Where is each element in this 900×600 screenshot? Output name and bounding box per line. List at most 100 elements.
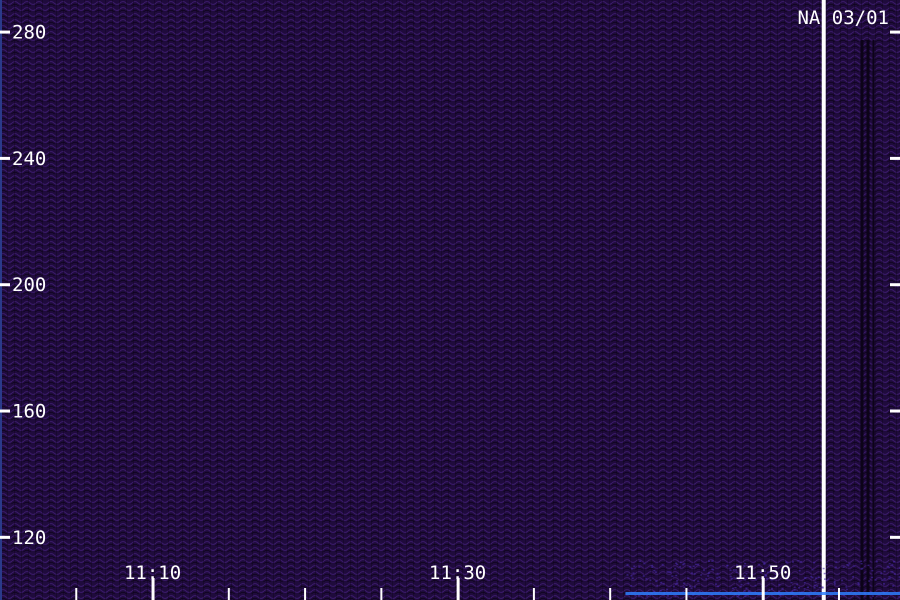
signal-speckle [804, 577, 806, 579]
signal-speckle [676, 580, 678, 582]
signal-speckle [835, 567, 837, 569]
signal-speckle [651, 567, 653, 569]
signal-speckle [689, 586, 691, 588]
signal-speckle [689, 566, 691, 568]
x-minor-tick [304, 588, 306, 600]
x-minor-tick [609, 588, 611, 600]
signal-speckle [746, 588, 748, 590]
signal-speckle [853, 565, 855, 567]
signal-speckle [813, 562, 815, 564]
signal-speckle [717, 573, 719, 575]
signal-speckle [643, 563, 645, 565]
chart-annotation: NA 03/01 [797, 7, 889, 29]
signal-speckle [717, 586, 719, 588]
signal-speckle [630, 585, 632, 587]
signal-speckle [651, 565, 653, 567]
y-tick-label: 160 [12, 401, 46, 423]
signal-speckle [741, 584, 743, 586]
signal-speckle [633, 572, 635, 574]
signal-speckle [730, 570, 732, 572]
signal-speckle [735, 587, 737, 589]
signal-speckle [889, 578, 891, 580]
dark-band-line [860, 40, 863, 600]
signal-speckle [711, 560, 713, 562]
signal-speckle [655, 571, 657, 573]
signal-speckle [745, 595, 747, 597]
signal-speckle [796, 583, 798, 585]
signal-speckle [683, 563, 685, 565]
signal-speckle [860, 561, 862, 563]
signal-speckle [822, 586, 824, 588]
y-tick-right [890, 410, 900, 413]
signal-speckle [633, 566, 635, 568]
signal-speckle [740, 586, 742, 588]
signal-speckle [811, 577, 813, 579]
y-tick [0, 157, 10, 160]
y-tick-right [890, 157, 900, 160]
signal-speckle [892, 585, 894, 587]
x-minor-tick [380, 588, 382, 600]
signal-speckle [778, 584, 780, 586]
signal-speckle [646, 578, 648, 580]
signal-speckle [834, 583, 836, 585]
signal-speckle [812, 569, 814, 571]
signal-speckle [893, 561, 895, 563]
signal-speckle [871, 570, 873, 572]
signal-speckle [858, 584, 860, 586]
signal-speckle [778, 591, 780, 593]
signal-speckle [666, 589, 668, 591]
signal-speckle [819, 587, 821, 589]
signal-speckle [697, 580, 699, 582]
signal-speckle [627, 564, 629, 566]
signal-speckle [693, 566, 695, 568]
signal-speckle [824, 578, 826, 580]
signal-speckle [849, 563, 851, 565]
signal-speckle [845, 586, 847, 588]
signal-speckle [823, 568, 825, 570]
signal-speckle [782, 588, 784, 590]
signal-speckle [815, 578, 817, 580]
signal-speckle [880, 573, 882, 575]
signal-speckle [673, 586, 675, 588]
signal-speckle [794, 589, 796, 591]
signal-speckle [835, 561, 837, 563]
signal-speckle [663, 583, 665, 585]
signal-speckle [846, 564, 848, 566]
x-tick-label: 11:10 [124, 562, 181, 584]
signal-speckle [699, 591, 701, 593]
x-minor-tick [685, 588, 687, 600]
signal-speckle [643, 575, 645, 577]
signal-speckle [794, 586, 796, 588]
signal-speckle [694, 573, 696, 575]
y-tick-label: 240 [12, 148, 46, 170]
signal-speckle [792, 561, 794, 563]
signal-speckle [875, 579, 877, 581]
signal-speckle [705, 578, 707, 580]
y-tick [0, 31, 10, 34]
signal-speckle [804, 588, 806, 590]
signal-speckle [726, 565, 728, 567]
signal-speckle [815, 582, 817, 584]
signal-speckle [768, 590, 770, 592]
marker-line [822, 0, 826, 600]
dark-band-line [872, 40, 874, 600]
signal-speckle [632, 578, 634, 580]
signal-speckle [694, 586, 696, 588]
y-tick-right [890, 283, 900, 286]
signal-speckle [680, 562, 682, 564]
signal-speckle [631, 568, 633, 570]
spectrogram-chart: 120 160 200 240 280 11:10 11:30 11:50 NA 03/01 [0, 0, 900, 600]
signal-speckle [872, 595, 874, 597]
signal-speckle [662, 564, 664, 566]
signal-speckle [868, 580, 870, 582]
signal-speckle [804, 582, 806, 584]
signal-speckle [691, 587, 693, 589]
signal-speckle [700, 574, 702, 576]
signal-speckle [711, 568, 713, 570]
signal-speckle [818, 577, 820, 579]
signal-speckle [744, 590, 746, 592]
signal-speckle [715, 583, 717, 585]
signal-speckle [852, 576, 854, 578]
signal-speckle [791, 591, 793, 593]
signal-speckle [889, 576, 891, 578]
